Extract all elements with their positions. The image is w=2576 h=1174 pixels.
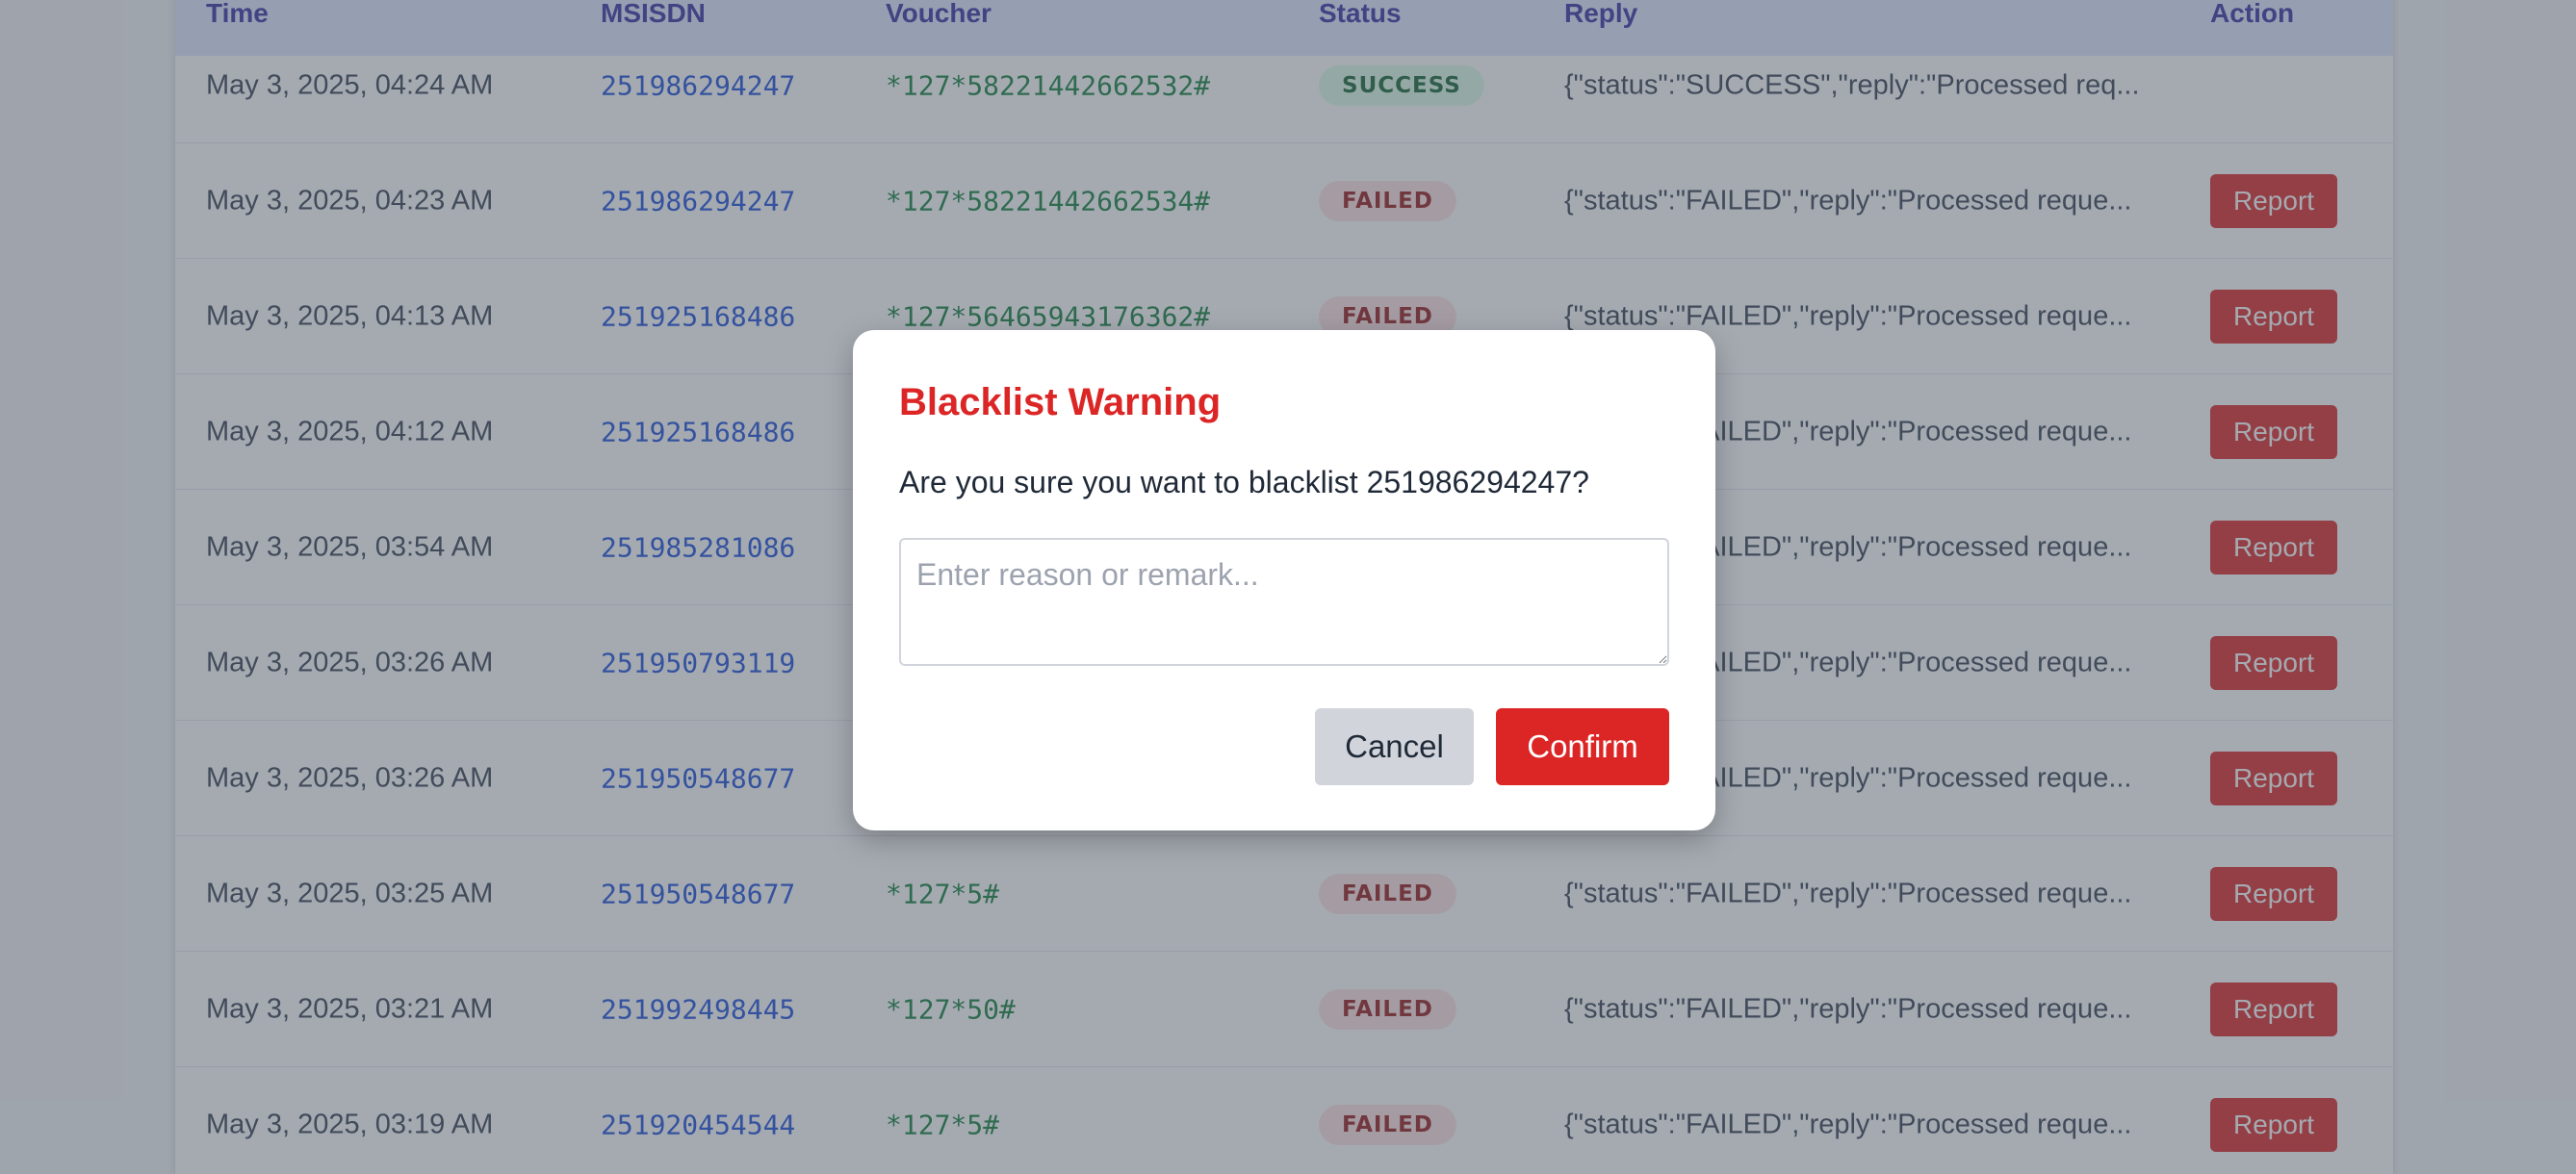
- dialog-message: Are you sure you want to blacklist 25198…: [899, 465, 1589, 499]
- confirm-button[interactable]: Confirm: [1496, 708, 1669, 785]
- blacklist-warning-dialog: Blacklist Warning Are you sure you want …: [853, 330, 1715, 830]
- dialog-title: Blacklist Warning: [899, 381, 1222, 423]
- cancel-button[interactable]: Cancel: [1315, 708, 1474, 785]
- remark-input[interactable]: [899, 538, 1669, 666]
